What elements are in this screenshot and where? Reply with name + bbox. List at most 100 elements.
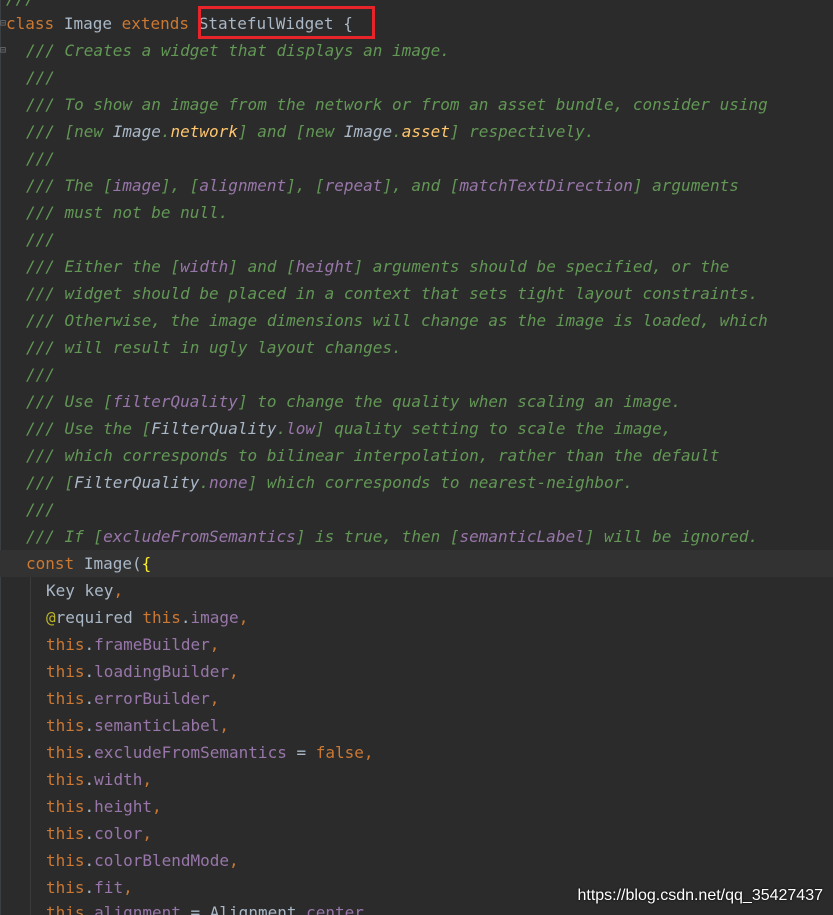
indent-guide [30, 577, 31, 915]
keyword-this: this [46, 716, 85, 735]
keyword-this: this [46, 635, 85, 654]
comma: , [142, 770, 152, 789]
param-line: this.width, [46, 766, 152, 793]
comma: , [209, 635, 220, 654]
doc-ref: low [286, 419, 316, 438]
param-field: width [94, 770, 143, 789]
doc-text: /// To show an image from the network or… [26, 95, 768, 114]
doc-line: /// widget should be placed in a context… [26, 280, 758, 307]
comma: , [229, 662, 239, 681]
dot: . [84, 903, 95, 915]
doc-text: ] arguments [632, 176, 739, 195]
param-key: Key key [46, 581, 114, 600]
param-line: this.semanticLabel, [46, 712, 229, 739]
param-line: this.colorBlendMode, [46, 847, 239, 874]
keyword-this: this [142, 608, 181, 627]
keyword-this: this [46, 851, 85, 870]
doc-text: ] and [ [228, 257, 296, 276]
doc-ref: FilterQuality [151, 419, 277, 438]
doc-ref: excludeFromSemantics [103, 527, 296, 546]
doc-text: . [392, 122, 402, 141]
doc-line: /// To show an image from the network or… [26, 91, 768, 118]
param-line: this.errorBuilder, [46, 685, 219, 712]
param-line: this.fit, [46, 874, 133, 901]
param-field: errorBuilder [94, 689, 210, 708]
doc-text: ] and [new [237, 122, 344, 141]
dot: . [84, 635, 95, 654]
keyword-this: this [46, 689, 85, 708]
doc-ref: network [170, 122, 238, 141]
keyword-class: class [6, 14, 55, 33]
doc-line: /// Use the [FilterQuality.low] quality … [26, 415, 671, 442]
dot: . [180, 608, 191, 627]
doc-text: /// [26, 500, 55, 519]
doc-text: /// which corresponds to bilinear interp… [26, 446, 720, 465]
param-line: this.alignment = Alignment.center [46, 899, 364, 915]
doc-text: /// [26, 365, 55, 384]
comma: , [151, 797, 162, 816]
comma: , [123, 878, 133, 897]
doc-line: /// [new Image.network] and [new Image.a… [26, 118, 594, 145]
fold-icon[interactable]: ⊟ [0, 46, 7, 56]
dot: . [84, 797, 95, 816]
param-field: excludeFromSemantics [94, 743, 287, 762]
doc-text: ], [ [286, 176, 325, 195]
doc-text: ] arguments should be specified, or the [353, 257, 730, 276]
doc-ref: Image [343, 122, 393, 141]
doc-line: /// Use [filterQuality] to change the qu… [26, 388, 681, 415]
doc-text: /// will result in ugly layout changes. [26, 338, 402, 357]
alignment-value: center [306, 903, 364, 915]
comma: , [363, 743, 374, 762]
annotation: @ [46, 608, 56, 627]
comma: , [219, 716, 230, 735]
param-line: this.color, [46, 820, 152, 847]
doc-text: /// If [ [26, 527, 104, 546]
dot: . [84, 878, 95, 897]
param-field: colorBlendMode [94, 851, 230, 870]
doc-line: /// [26, 145, 55, 172]
doc-text: . [276, 419, 287, 438]
comma: , [229, 851, 239, 870]
keyword-this: this [46, 662, 85, 681]
doc-text: /// widget should be placed in a context… [26, 284, 759, 303]
keyword-const: const [26, 554, 75, 573]
keyword-this: this [46, 824, 85, 843]
doc-line: /// If [excludeFromSemantics] is true, t… [26, 523, 758, 550]
doc-text: /// [26, 68, 55, 87]
gutter [0, 0, 1, 915]
doc-line: /// will result in ugly layout changes. [26, 334, 402, 361]
doc-text: /// [26, 149, 55, 168]
doc-ref: image [112, 176, 161, 195]
doc-text: /// [ [26, 473, 75, 492]
keyword-this: this [46, 770, 85, 789]
param-field: frameBuilder [94, 635, 210, 654]
doc-ref: asset [401, 122, 450, 141]
doc-text: ], and [ [382, 176, 460, 195]
doc-text: /// [new [26, 122, 113, 141]
watermark: https://blog.csdn.net/qq_35427437 [577, 887, 823, 904]
doc-line: /// which corresponds to bilinear interp… [26, 442, 720, 469]
dot: . [84, 851, 95, 870]
annotation-name: required [55, 608, 133, 627]
keyword-this: this [46, 878, 85, 897]
doc-text: . [160, 122, 171, 141]
param-line: @required this.image, [46, 604, 248, 631]
doc-text: /// Use [ [26, 392, 113, 411]
doc-line: /// [26, 64, 55, 91]
param-field: color [94, 824, 143, 843]
doc-line: /// [26, 361, 55, 388]
code-editor[interactable]: ⊟ ⊟ /// class Image extends StatefulWidg… [0, 0, 833, 915]
doc-ref: semanticLabel [459, 527, 585, 546]
param-line: Key key, [46, 577, 123, 604]
param-field: semanticLabel [94, 716, 220, 735]
param-field: alignment [94, 903, 181, 915]
doc-text: ], [ [160, 176, 200, 195]
doc-text: /// must not be null. [26, 203, 229, 222]
keyword-this: this [46, 797, 85, 816]
param-line: this.height, [46, 793, 162, 820]
equals: = [180, 903, 210, 915]
dot: . [84, 716, 95, 735]
param-line: this.excludeFromSemantics = false, [46, 739, 374, 766]
doc-text: /// Use the [ [26, 419, 152, 438]
alignment-type: Alignment [209, 903, 297, 915]
